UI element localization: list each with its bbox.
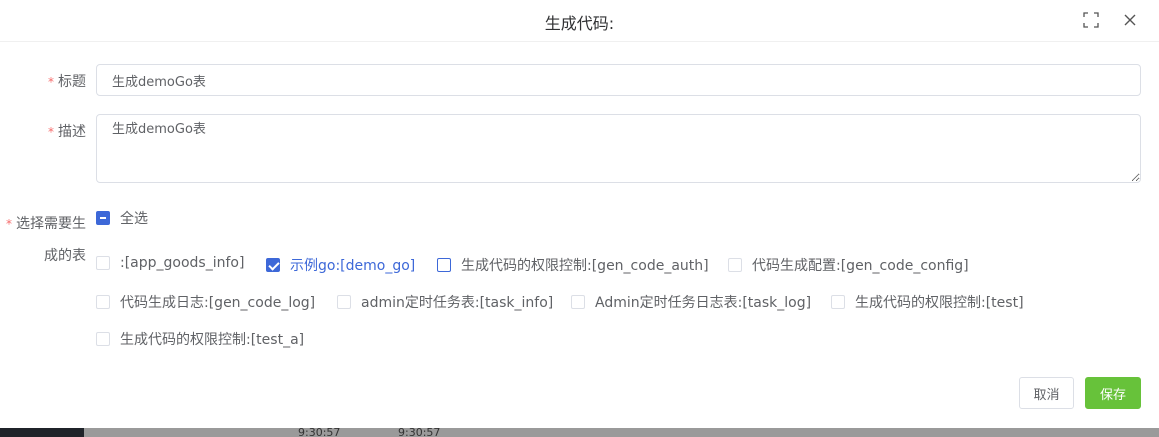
checkbox-label: Admin定时任务日志表:[task_log] [595,295,812,311]
checkbox-box[interactable] [831,295,845,309]
required-mark: * [6,217,12,231]
fullscreen-icon[interactable] [1081,10,1101,30]
checkbox-label: 生成代码的权限控制:[gen_code_auth] [461,258,709,274]
checkbox-label: 示例go:[demo_go] [290,258,416,274]
description-textarea[interactable]: 生成demoGo表 [96,114,1141,183]
background-sidebar [0,428,84,437]
checkbox-label: 生成代码的权限控制:[test] [855,295,1024,311]
checkbox-box[interactable] [571,295,585,309]
checkbox-box[interactable] [337,295,351,309]
checkbox-label: 代码生成配置:[gen_code_config] [752,258,969,274]
table-checkbox-gen-code-config[interactable]: 代码生成配置:[gen_code_config] [728,255,969,275]
title-label: * 标题 [40,71,86,91]
checkbox-box[interactable] [728,258,742,272]
save-button[interactable]: 保存 [1085,377,1141,409]
table-checkbox-gen-code-log[interactable]: 代码生成日志:[gen_code_log] [96,292,315,312]
table-checkbox-task-log[interactable]: Admin定时任务日志表:[task_log] [571,292,811,312]
checkbox-label: :[app_goods_info] [120,255,245,271]
checkbox-box[interactable] [266,258,280,272]
dialog-title: 生成代码: [544,14,615,33]
table-checkbox-gen-code-auth[interactable]: 生成代码的权限控制:[gen_code_auth] [437,255,709,275]
cancel-button[interactable]: 取消 [1019,377,1074,409]
background-time-cell: 9:30:57 [398,428,441,437]
tables-label-line1-text: 选择需要生 [16,216,86,232]
table-checkbox-task-info[interactable]: admin定时任务表:[task_info] [337,292,553,312]
required-mark: * [48,125,54,139]
checkbox-label: 代码生成日志:[gen_code_log] [120,295,316,311]
table-checkbox-test[interactable]: 生成代码的权限控制:[test] [831,292,1024,312]
select-all-label: 全选 [120,211,148,227]
tables-label-line2: 成的表 [44,248,86,264]
title-input[interactable] [96,64,1141,96]
checkbox-box[interactable] [96,256,110,270]
select-all-checkbox[interactable]: 全选 [96,208,148,228]
table-checkbox-test-a[interactable]: 生成代码的权限控制:[test_a] [96,329,304,349]
background-time-cell: 9:30:57 [298,428,341,437]
checkbox-box[interactable] [96,332,110,346]
checkbox-box[interactable] [96,295,110,309]
desc-label-text: 描述 [58,124,86,140]
title-label-text: 标题 [58,74,86,90]
generate-code-dialog: 生成代码: * 标题 * 描述 生成demoGo表 * 选择需要生 成的表 全选 :[… [0,0,1159,428]
select-all-box[interactable] [96,211,110,225]
tables-label: * 选择需要生 成的表 [0,208,86,272]
required-mark: * [48,75,54,89]
background-table-strip: 9:30:57 9:30:57 [0,428,1159,437]
table-checkbox-app-goods-info[interactable]: :[app_goods_info] [96,255,244,271]
table-checkbox-demo-go[interactable]: 示例go:[demo_go] [266,255,415,275]
checkbox-label: 生成代码的权限控制:[test_a] [120,332,305,348]
checkbox-label: admin定时任务表:[task_info] [361,295,554,311]
dialog-header: 生成代码: [0,0,1159,42]
checkbox-box[interactable] [437,258,451,272]
close-icon[interactable] [1120,10,1140,30]
desc-label: * 描述 [40,121,86,141]
tables-label-line1: * 选择需要生 [0,208,86,240]
